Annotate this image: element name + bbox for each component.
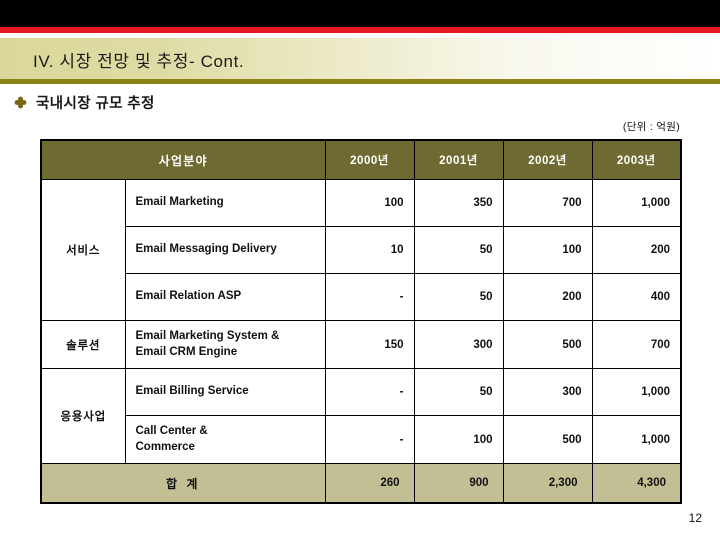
column-header-2003: 2003년 — [591, 139, 682, 180]
value-cell: 200 — [591, 226, 682, 274]
table-row: 서비스 Email Marketing 100 350 700 1,000 — [40, 179, 682, 321]
column-header-category: 사업분야 — [40, 139, 326, 180]
total-value-cell: 2,300 — [502, 463, 593, 504]
value-cell: 500 — [502, 320, 593, 369]
value-cell: 10 — [324, 226, 415, 274]
title-band-olive-underline — [0, 79, 720, 84]
table-body: 서비스 Email Marketing 100 350 700 1,000 Email Me… — [40, 179, 682, 504]
page-number: 12 — [688, 511, 702, 525]
category-cell: 서비스 — [40, 179, 126, 321]
value-cell: 400 — [591, 273, 682, 321]
subtitle-label: 국내시장 규모 추정 — [36, 96, 155, 112]
value-cell: 50 — [413, 273, 504, 321]
column-header-2000: 2000년 — [324, 139, 415, 180]
value-cell: 700 — [591, 320, 682, 369]
value-cell: 300 — [413, 320, 504, 369]
page-title: IV. 시장 전망 및 추정- Cont. — [33, 51, 245, 71]
total-label-cell: 합 계 — [40, 463, 326, 504]
table-total-row: 합 계 260 900 2,300 4,300 — [40, 463, 682, 504]
item-name-cell: Email Marketing — [124, 179, 326, 227]
value-cell: 100 — [502, 226, 593, 274]
value-cell: 1,000 — [591, 415, 682, 464]
table-head: 사업분야 2000년 2001년 2002년 2003년 — [40, 139, 682, 180]
value-cell: 500 — [502, 415, 593, 464]
column-header-2001: 2001년 — [413, 139, 504, 180]
value-cell: - — [324, 368, 415, 416]
value-cell: - — [324, 415, 415, 464]
top-black-bar — [0, 0, 720, 27]
value-cell: 300 — [502, 368, 593, 416]
value-cell: 350 — [413, 179, 504, 227]
value-cell: 700 — [502, 179, 593, 227]
flower-bullet-icon — [14, 96, 27, 109]
total-value-cell: 900 — [413, 463, 504, 504]
table-row: 응용사업 Email Billing Service -50 300 1,000 — [40, 368, 682, 464]
subtitle-row: 국내시장 규모 추정 — [14, 92, 155, 113]
table-row: 솔루션 Email Marketing System & Email CRM Eng… — [40, 320, 682, 369]
unit-note: (단위 : 억원) — [622, 121, 680, 133]
market-size-table-wrap: 사업분야 2000년 2001년 2002년 2003년 서비스 Email Ma… — [40, 139, 682, 504]
table-row: Email Relation ASP -50 200 400 — [41, 273, 682, 321]
value-cell: 150 — [324, 320, 415, 369]
value-cell: 100 — [324, 179, 415, 227]
total-value-cell: 260 — [324, 463, 415, 504]
value-cell: 100 — [413, 415, 504, 464]
item-name-cell: Call Center & Commerce — [124, 415, 326, 464]
item-name-cell: Email Marketing System & Email CRM Engine — [124, 320, 326, 369]
market-size-table: 사업분야 2000년 2001년 2002년 2003년 서비스 Email Ma… — [40, 139, 682, 504]
table-header-row: 사업분야 2000년 2001년 2002년 2003년 — [40, 139, 682, 180]
value-cell: - — [324, 273, 415, 321]
category-cell: 솔루션 — [40, 320, 126, 369]
item-name-cell: Email Billing Service — [124, 368, 326, 416]
column-header-2002: 2002년 — [502, 139, 593, 180]
total-value-cell: 4,300 — [591, 463, 682, 504]
value-cell: 50 — [413, 226, 504, 274]
table-row: Call Center & Commerce -100 500 1,000 — [41, 415, 682, 464]
item-name-cell: Email Relation ASP — [124, 273, 326, 321]
value-cell: 1,000 — [591, 179, 682, 227]
category-cell: 응용사업 — [40, 368, 126, 464]
value-cell: 200 — [502, 273, 593, 321]
value-cell: 50 — [413, 368, 504, 416]
value-cell: 1,000 — [591, 368, 682, 416]
item-name-cell: Email Messaging Delivery — [124, 226, 326, 274]
table-row: Email Messaging Delivery 10 50 100 200 — [41, 226, 682, 274]
